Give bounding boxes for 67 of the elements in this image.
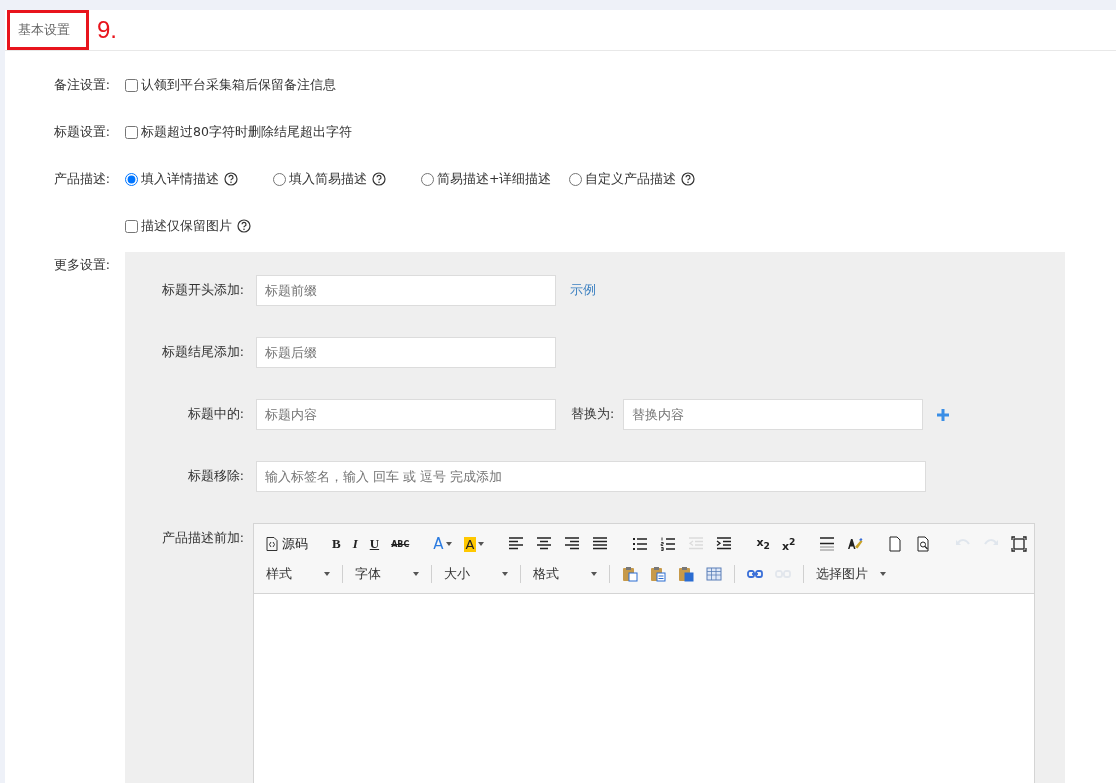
align-right-icon[interactable]: [564, 536, 581, 552]
field-label: 标题中的:: [186, 406, 245, 423]
underline-button[interactable]: U: [369, 536, 380, 552]
annotation-number: 9.: [97, 16, 117, 44]
page-magnifier-icon[interactable]: [915, 536, 932, 552]
radio-label: 填入详情描述: [141, 170, 219, 188]
title-suffix-field[interactable]: 标题后缀: [256, 337, 556, 368]
source-button[interactable]: 源码: [266, 535, 308, 553]
bullet-list-icon[interactable]: [632, 536, 649, 552]
help-icon[interactable]: [372, 172, 386, 186]
clipboard-icon[interactable]: [622, 566, 638, 582]
clipboard-word-icon[interactable]: [678, 566, 694, 582]
help-icon[interactable]: [681, 172, 695, 186]
title-prefix-field[interactable]: 标题前缀: [256, 275, 556, 306]
format-dropdown[interactable]: 大小: [444, 565, 508, 583]
align-left-icon[interactable]: [508, 536, 525, 552]
clipboard-text-icon[interactable]: [650, 566, 666, 582]
horizontal-rule-icon[interactable]: [819, 536, 836, 552]
find-text-field[interactable]: 标题内容: [256, 399, 556, 430]
checkbox-label: 认领到平台采集箱后保留备注信息: [141, 76, 336, 94]
field-label: 标题设置:: [52, 123, 111, 141]
checkbox[interactable]: [125, 125, 138, 139]
strikethrough-button[interactable]: ABC: [391, 539, 410, 549]
fullscreen-icon[interactable]: [1011, 536, 1028, 552]
radio-button[interactable]: [273, 172, 286, 186]
font-color-button[interactable]: A: [433, 535, 452, 553]
indent-icon[interactable]: [716, 536, 733, 552]
bold-button[interactable]: B: [332, 536, 341, 552]
checkbox-label: 标题超过80字符时删除结尾超出字符: [141, 123, 352, 141]
field-label: 产品描述:: [52, 170, 111, 188]
numbered-list-icon[interactable]: [660, 536, 677, 552]
field-label: 标题移除:: [186, 468, 245, 485]
add-icon[interactable]: [937, 408, 950, 421]
code-file-icon: [266, 537, 278, 551]
format-dropdown[interactable]: 选择图片: [816, 565, 886, 583]
align-center-icon[interactable]: [536, 536, 553, 552]
field-label: 替换为:: [571, 406, 615, 423]
checkbox[interactable]: [125, 219, 138, 233]
blank-page-icon[interactable]: [887, 536, 904, 552]
example-link[interactable]: 示例: [570, 282, 596, 299]
table-icon[interactable]: [706, 566, 722, 582]
help-icon[interactable]: [237, 219, 251, 233]
radio-label: 填入简易描述: [289, 170, 367, 188]
checkbox[interactable]: [125, 78, 138, 92]
script-button[interactable]: x$_{2}$: [756, 536, 770, 552]
tag-input-field[interactable]: 输入标签名，输入 回车 或 逗号 完成添加: [256, 461, 926, 492]
radio-button[interactable]: [125, 172, 138, 186]
field-label: 备注设置:: [52, 76, 111, 94]
section-tab[interactable]: 基本设置: [7, 10, 89, 50]
replace-text-field[interactable]: 替换内容: [623, 399, 924, 430]
italic-button[interactable]: I: [352, 536, 358, 552]
radio-button[interactable]: [569, 172, 582, 186]
field-label: 更多设置:: [52, 256, 111, 274]
format-dropdown[interactable]: 格式: [533, 565, 597, 583]
checkbox-label: 描述仅保留图片: [141, 217, 232, 235]
format-dropdown[interactable]: 字体: [355, 565, 419, 583]
field-label: 产品描述前加:: [160, 529, 245, 547]
script-button[interactable]: x$^{2}$: [781, 535, 796, 553]
radio-label: 自定义产品描述: [585, 170, 676, 188]
help-icon[interactable]: [224, 172, 238, 186]
radio-button[interactable]: [421, 172, 434, 186]
justify-icon[interactable]: [592, 536, 609, 552]
format-dropdown[interactable]: 样式: [266, 565, 330, 583]
paint-brush-icon[interactable]: [847, 536, 864, 552]
field-label: 标题开头添加:: [160, 282, 245, 299]
field-label: 标题结尾添加:: [160, 344, 245, 361]
radio-label: 简易描述+详细描述: [437, 170, 552, 188]
